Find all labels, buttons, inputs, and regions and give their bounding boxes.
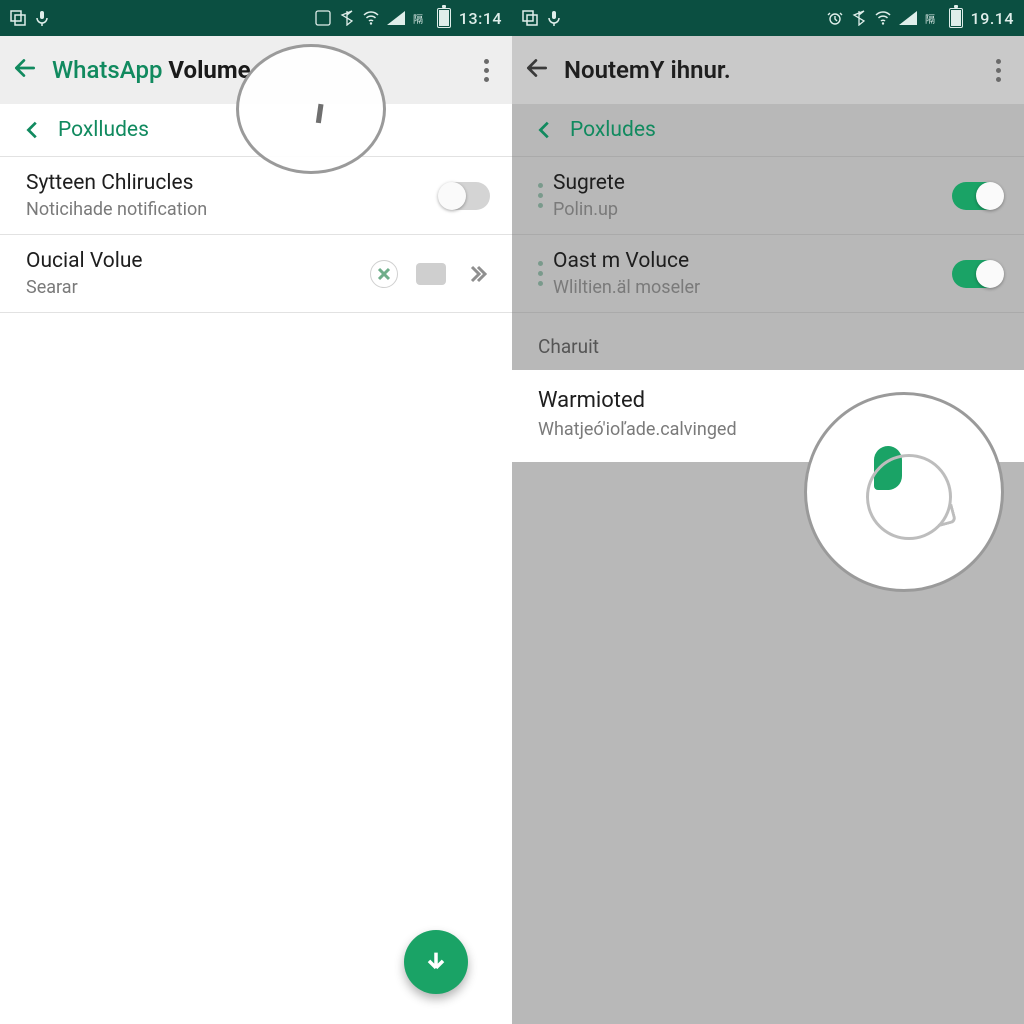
setting-subtitle: Noticihade notification	[26, 199, 426, 220]
svg-text:隔: 隔	[413, 14, 423, 26]
overflow-menu-icon[interactable]	[472, 56, 500, 84]
drag-handle-icon[interactable]	[538, 261, 543, 286]
overflow-menu-icon[interactable]	[984, 56, 1012, 84]
setting-row[interactable]: Sugrete Polin.up	[512, 156, 1024, 234]
network-type-icon: 隔	[925, 10, 941, 26]
battery-icon	[437, 8, 451, 28]
chat-bubble-icon	[866, 454, 952, 540]
tag-icon[interactable]	[416, 263, 446, 285]
status-bar: 隔 19.14	[512, 0, 1024, 36]
battery-icon	[949, 8, 963, 28]
highlight-card[interactable]: Warmioted Whatjeó'ioľade.calvinged	[512, 370, 1024, 462]
setting-title: Oast m Voluce	[553, 249, 938, 273]
status-bar: 隔 13:14	[0, 0, 512, 36]
toggle-switch[interactable]	[952, 260, 1002, 288]
card-title: Warmioted	[538, 388, 998, 413]
cell-signal-icon	[387, 11, 405, 25]
setting-subtitle: Polin.up	[553, 199, 938, 220]
wifi-icon	[875, 10, 891, 26]
left-phone: 隔 13:14 WhatsApp Volume Poxlludes Syttee…	[0, 0, 512, 1024]
setting-subtitle: Wliltien.äl moseler	[553, 277, 938, 298]
multiwindow-icon	[522, 10, 538, 26]
section-header: Charuit	[512, 313, 1024, 370]
bluetooth-icon	[339, 10, 355, 26]
chevron-right-icon[interactable]	[464, 261, 490, 287]
card-subtitle: Whatjeó'ioľade.calvinged	[538, 419, 998, 440]
mic-icon	[546, 10, 562, 26]
fab-download[interactable]	[404, 930, 468, 994]
bluetooth-icon	[851, 10, 867, 26]
setting-subtitle: Searar	[26, 277, 356, 298]
appbar-title: NoutemY ihnur.	[564, 56, 970, 84]
svg-text:隔: 隔	[925, 14, 935, 26]
setting-row[interactable]: Sytteen Chlirucles Noticihade notificati…	[0, 156, 512, 234]
setting-row[interactable]: Oast m Voluce Wliltien.äl moseler	[512, 234, 1024, 313]
cell-signal-icon	[899, 11, 917, 25]
back-icon[interactable]	[524, 55, 550, 85]
status-clock: 19.14	[971, 9, 1014, 28]
row-actions	[370, 260, 490, 288]
network-type-icon: 隔	[413, 10, 429, 26]
status-clock: 13:14	[459, 9, 502, 28]
toggle-switch[interactable]	[952, 182, 1002, 210]
setting-title: Oucial Volue	[26, 249, 356, 273]
alarm-icon	[827, 10, 843, 26]
setting-title: Sugrete	[553, 171, 938, 195]
appbar-title: WhatsApp Volume	[52, 56, 458, 84]
toggle-switch[interactable]	[440, 182, 490, 210]
section-link-label: Poxlludes	[58, 118, 149, 142]
section-link[interactable]: Poxludes	[512, 104, 1024, 156]
app-bar: WhatsApp Volume	[0, 36, 512, 104]
nfc-icon	[315, 10, 331, 26]
wifi-icon	[363, 10, 379, 26]
mic-icon	[34, 10, 50, 26]
drag-handle-icon[interactable]	[538, 183, 543, 208]
app-bar: NoutemY ihnur.	[512, 36, 1024, 104]
section-link-label: Poxludes	[570, 118, 656, 142]
back-icon[interactable]	[12, 55, 38, 85]
setting-row[interactable]: Oucial Volue Searar	[0, 234, 512, 313]
multiwindow-icon	[10, 10, 26, 26]
clear-icon[interactable]	[370, 260, 398, 288]
right-phone: 隔 19.14 NoutemY ihnur. Poxludes Sugrete …	[512, 0, 1024, 1024]
section-link[interactable]: Poxlludes	[0, 104, 512, 156]
setting-title: Sytteen Chlirucles	[26, 171, 426, 195]
